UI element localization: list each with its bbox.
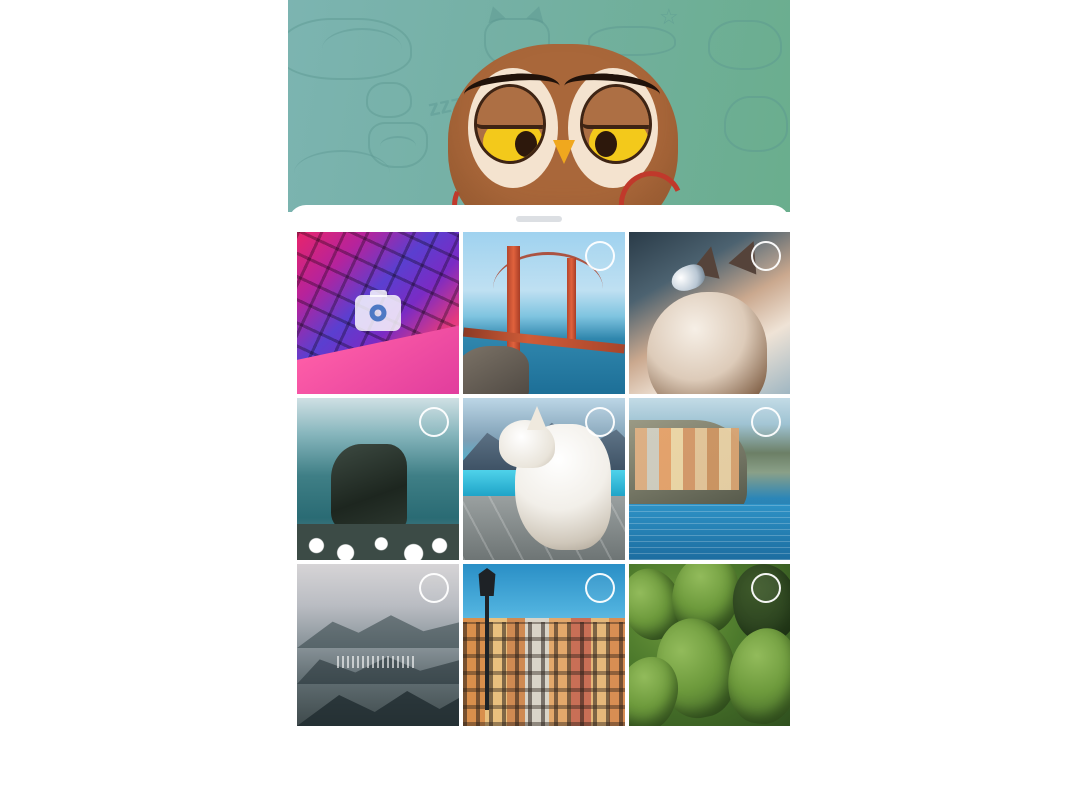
select-checkbox[interactable] (751, 573, 781, 603)
dog-ear (527, 406, 547, 430)
sheet-drag-handle[interactable] (516, 216, 562, 222)
select-checkbox[interactable] (751, 407, 781, 437)
gallery-grid (297, 232, 790, 726)
rock-stack (331, 444, 407, 530)
camera-tile[interactable] (297, 232, 459, 394)
phone-screen: ☆ zzz (288, 0, 790, 786)
cat-doodle (366, 82, 412, 118)
photo-sea-stack[interactable] (297, 398, 459, 560)
cat-doodle (294, 150, 390, 196)
photo-white-dog-lake[interactable] (463, 398, 625, 560)
photo-golden-gate-bridge[interactable] (463, 232, 625, 394)
select-checkbox[interactable] (419, 573, 449, 603)
photo-cliff-village[interactable] (629, 398, 790, 560)
avocado (722, 623, 790, 726)
select-checkbox[interactable] (585, 407, 615, 437)
sea-foam (297, 524, 459, 560)
owl-beak (553, 140, 575, 164)
cat-doodle (708, 20, 782, 70)
sea (629, 504, 790, 560)
attachment-bottom-sheet: Gallery File Location (288, 205, 790, 786)
butterfly (668, 261, 708, 295)
bridge-tower (567, 258, 576, 344)
mountain-ridge (297, 615, 459, 648)
cat-doodle (724, 96, 788, 152)
photo-misty-mountains[interactable] (297, 564, 459, 726)
street-lamp-head (478, 568, 496, 596)
cat-doodle (322, 28, 402, 70)
owl-character (443, 44, 693, 212)
bridge-tower (507, 246, 520, 362)
sleepy-owl-sticker-banner: ☆ zzz (288, 0, 790, 212)
camera-icon[interactable] (355, 290, 401, 331)
select-checkbox[interactable] (585, 573, 615, 603)
owl-pupil-right (595, 131, 617, 157)
photo-cat-with-butterfly[interactable] (629, 232, 790, 394)
cliff-rock (463, 346, 529, 394)
cat-fur (647, 292, 767, 394)
cat-doodle (380, 136, 416, 156)
owl-pupil-left (515, 131, 537, 157)
street-lamp (485, 580, 489, 710)
select-checkbox[interactable] (751, 241, 781, 271)
photo-old-town-square[interactable] (463, 564, 625, 726)
photo-avocados[interactable] (629, 564, 790, 726)
select-checkbox[interactable] (419, 407, 449, 437)
village-houses (635, 428, 739, 490)
select-checkbox[interactable] (585, 241, 615, 271)
distant-city (337, 656, 417, 668)
screenshot-canvas: ☆ zzz (0, 0, 1079, 786)
star-doodle: ☆ (659, 4, 679, 29)
